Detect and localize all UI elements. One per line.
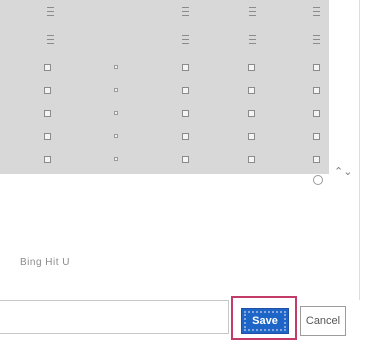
checkbox-icon[interactable]	[44, 156, 51, 163]
row-marker-icon	[249, 7, 256, 16]
grid-row[interactable]	[0, 127, 329, 147]
checkbox-icon[interactable]	[313, 64, 320, 71]
checkbox-icon[interactable]	[313, 133, 320, 140]
checkbox-icon[interactable]	[44, 133, 51, 140]
checkbox-icon[interactable]	[248, 64, 255, 71]
checkbox-icon[interactable]	[248, 87, 255, 94]
checkbox-icon[interactable]	[114, 134, 118, 138]
row-marker-icon	[182, 35, 189, 44]
scroll-arrows-icon[interactable]: ⌃⌄	[334, 166, 352, 189]
checkbox-icon[interactable]	[182, 110, 189, 117]
grid-row[interactable]	[0, 104, 329, 124]
checkbox-icon[interactable]	[182, 156, 189, 163]
grid-row	[0, 0, 329, 20]
checkbox-icon[interactable]	[44, 110, 51, 117]
grid-row	[0, 31, 329, 51]
scroll-indicator-icon[interactable]	[313, 175, 323, 185]
row-marker-icon	[313, 7, 320, 16]
status-text: Bing Hit U	[20, 257, 71, 268]
row-marker-icon	[249, 35, 256, 44]
checkbox-icon[interactable]	[114, 65, 118, 69]
checkbox-icon[interactable]	[313, 110, 320, 117]
cancel-button[interactable]: Cancel	[300, 306, 346, 336]
checkbox-icon[interactable]	[313, 156, 320, 163]
grid-row[interactable]	[0, 150, 329, 170]
grid-row[interactable]	[0, 58, 329, 78]
row-marker-icon	[182, 7, 189, 16]
checkbox-icon[interactable]	[114, 157, 118, 161]
checkbox-icon[interactable]	[114, 111, 118, 115]
checkbox-icon[interactable]	[182, 87, 189, 94]
checkbox-icon[interactable]	[248, 110, 255, 117]
save-button[interactable]: Save	[241, 308, 289, 334]
results-grid	[0, 0, 329, 174]
checkbox-icon[interactable]	[182, 64, 189, 71]
checkbox-icon[interactable]	[44, 87, 51, 94]
row-marker-icon	[47, 7, 54, 16]
panel-divider	[359, 0, 360, 300]
row-marker-icon	[47, 35, 54, 44]
checkbox-icon[interactable]	[313, 87, 320, 94]
bottom-input-field[interactable]	[0, 300, 229, 334]
checkbox-icon[interactable]	[248, 133, 255, 140]
row-marker-icon	[313, 35, 320, 44]
checkbox-icon[interactable]	[248, 156, 255, 163]
grid-row[interactable]	[0, 81, 329, 101]
checkbox-icon[interactable]	[44, 64, 51, 71]
checkbox-icon[interactable]	[182, 133, 189, 140]
checkbox-icon[interactable]	[114, 88, 118, 92]
